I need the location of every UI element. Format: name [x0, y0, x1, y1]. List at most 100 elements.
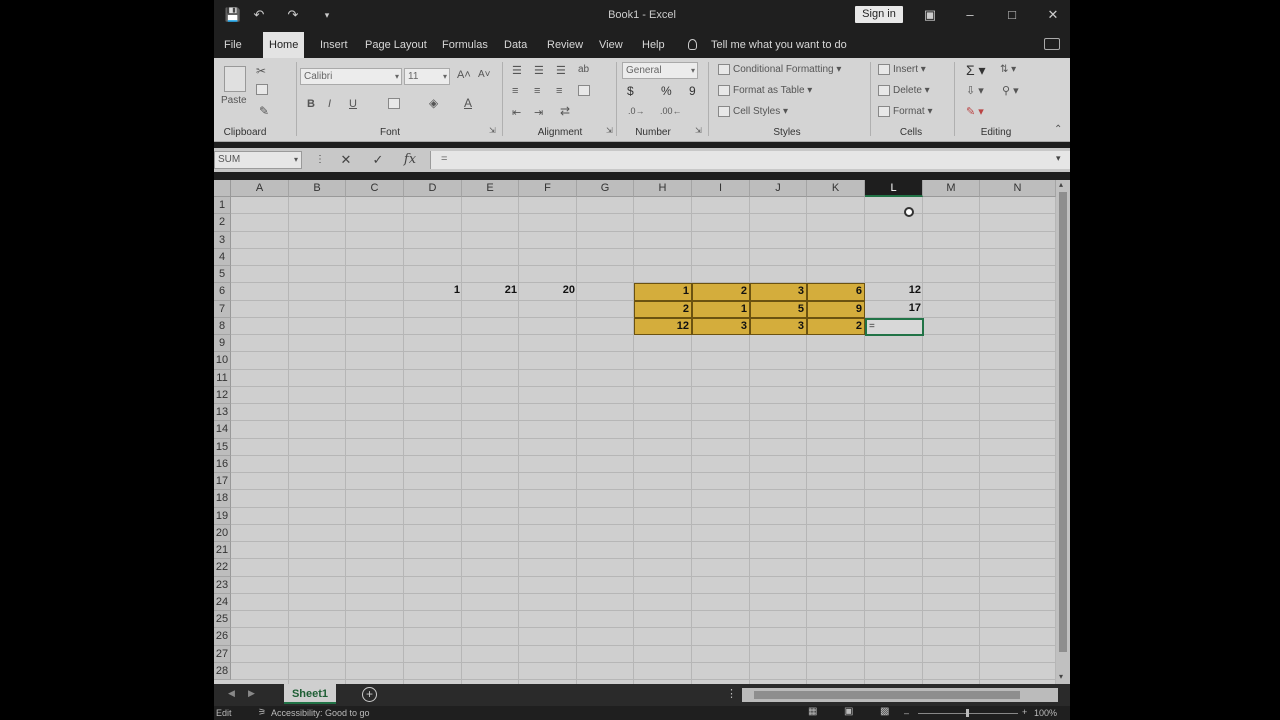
format-cells-button[interactable]: Format ▾: [878, 106, 932, 117]
cell-d6[interactable]: 1: [404, 283, 462, 300]
tab-view[interactable]: View: [593, 32, 629, 58]
column-header-l[interactable]: L: [865, 180, 923, 197]
cell-styles-button[interactable]: Cell Styles ▾: [718, 106, 788, 117]
vertical-scrollbar[interactable]: ▴ ▾: [1056, 180, 1070, 684]
row-header-15[interactable]: 15: [214, 438, 231, 456]
tab-review[interactable]: Review: [541, 32, 589, 58]
insert-cells-button[interactable]: Insert ▾: [878, 64, 926, 75]
row-header-9[interactable]: 9: [214, 335, 231, 353]
column-header-d[interactable]: D: [404, 180, 462, 197]
cell-k6[interactable]: 6: [807, 283, 865, 301]
tab-home[interactable]: Home: [263, 32, 305, 58]
prev-sheet-icon[interactable]: ◀: [228, 688, 235, 699]
row-header-5[interactable]: 5: [214, 266, 231, 284]
zoom-out-icon[interactable]: –: [904, 708, 909, 718]
increase-decimal-icon[interactable]: .0→: [628, 106, 645, 116]
scroll-down-icon[interactable]: ▾: [1059, 672, 1063, 681]
row-header-4[interactable]: 4: [214, 248, 231, 266]
cell-i7[interactable]: 1: [692, 300, 750, 318]
column-header-i[interactable]: I: [692, 180, 750, 197]
align-middle-icon[interactable]: ☰: [534, 64, 544, 77]
sign-in-button[interactable]: Sign in: [855, 6, 903, 23]
row-header-14[interactable]: 14: [214, 421, 231, 439]
percent-button[interactable]: %: [661, 84, 672, 98]
clear-icon[interactable]: ✎ ▾: [966, 105, 984, 118]
cell-j7[interactable]: 5: [750, 300, 807, 318]
paste-icon[interactable]: [224, 66, 246, 92]
column-header-f[interactable]: F: [519, 180, 577, 197]
tab-data[interactable]: Data: [498, 32, 533, 58]
column-header-a[interactable]: A: [231, 180, 289, 197]
row-header-1[interactable]: 1: [214, 197, 231, 215]
row-header-18[interactable]: 18: [214, 490, 231, 508]
column-header-b[interactable]: B: [289, 180, 346, 197]
format-as-table-button[interactable]: Format as Table ▾: [718, 85, 812, 96]
row-header-8[interactable]: 8: [214, 317, 231, 335]
decrease-decimal-icon[interactable]: .00←: [660, 106, 682, 116]
cell-j6[interactable]: 3: [750, 283, 807, 301]
increase-font-icon[interactable]: A˄: [457, 69, 471, 81]
row-header-23[interactable]: 23: [214, 576, 231, 594]
row-header-22[interactable]: 22: [214, 559, 231, 577]
close-icon[interactable]: ✕: [1043, 5, 1063, 25]
select-all-button[interactable]: [214, 180, 231, 197]
column-header-j[interactable]: J: [750, 180, 807, 197]
horizontal-scroll-thumb[interactable]: [754, 691, 1020, 699]
page-break-view-icon[interactable]: ▩: [880, 706, 889, 717]
collapse-ribbon-icon[interactable]: ⌃: [1054, 124, 1062, 135]
ribbon-display-icon[interactable]: ▣: [920, 5, 940, 25]
accessibility-icon[interactable]: ⚞: [258, 707, 266, 718]
row-header-19[interactable]: 19: [214, 507, 231, 525]
row-header-3[interactable]: 3: [214, 231, 231, 249]
column-header-g[interactable]: G: [577, 180, 634, 197]
column-header-h[interactable]: H: [634, 180, 692, 197]
align-bottom-icon[interactable]: ☰: [556, 64, 566, 77]
vertical-scroll-thumb[interactable]: [1059, 192, 1067, 652]
formula-input[interactable]: =: [430, 151, 1070, 169]
tell-me-search[interactable]: Tell me what you want to do: [711, 32, 847, 58]
copy-icon[interactable]: [256, 84, 271, 95]
comma-button[interactable]: 9: [689, 84, 696, 98]
decrease-indent-icon[interactable]: ⇤: [512, 106, 521, 119]
cell-h6[interactable]: 1: [634, 283, 692, 301]
cell-k8[interactable]: 2: [807, 317, 865, 335]
fill-icon[interactable]: ⇩ ▾: [966, 84, 984, 97]
tab-file[interactable]: File: [218, 32, 248, 58]
minimize-icon[interactable]: –: [960, 5, 980, 25]
row-header-13[interactable]: 13: [214, 404, 231, 422]
column-header-n[interactable]: N: [980, 180, 1056, 197]
find-select-icon[interactable]: ⚲ ▾: [1002, 84, 1019, 97]
alignment-dialog-launcher-icon[interactable]: ⇲: [606, 126, 613, 135]
delete-cells-button[interactable]: Delete ▾: [878, 85, 930, 96]
cut-icon[interactable]: ✂: [256, 64, 266, 78]
orientation-icon[interactable]: ab: [578, 64, 589, 75]
zoom-level[interactable]: 100%: [1034, 708, 1057, 718]
name-box[interactable]: SUM ▾: [214, 151, 302, 169]
column-header-k[interactable]: K: [807, 180, 865, 197]
cell-i8[interactable]: 3: [692, 317, 750, 335]
cell-k7[interactable]: 9: [807, 300, 865, 318]
row-header-6[interactable]: 6: [214, 283, 231, 301]
row-header-25[interactable]: 25: [214, 611, 231, 629]
currency-button[interactable]: $: [627, 84, 634, 98]
cell-h7[interactable]: 2: [634, 300, 692, 318]
column-header-m[interactable]: M: [923, 180, 980, 197]
row-header-11[interactable]: 11: [214, 369, 231, 387]
italic-button[interactable]: I: [328, 98, 331, 110]
cell-l7[interactable]: 17: [865, 301, 923, 318]
spreadsheet-grid[interactable]: ABCDEFGHIJKLMN 1 2 3 4 5 6 7 8 9 10 11 12 13 14 15 16 17…: [214, 180, 1056, 684]
tab-insert[interactable]: Insert: [314, 32, 354, 58]
fill-color-icon[interactable]: ◈: [429, 96, 438, 110]
scroll-up-icon[interactable]: ▴: [1059, 180, 1063, 189]
number-format-select[interactable]: General ▾: [622, 62, 698, 79]
active-cell-editor[interactable]: =: [865, 317, 924, 336]
align-left-icon[interactable]: ≡: [512, 85, 518, 97]
tab-help[interactable]: Help: [636, 32, 671, 58]
enter-icon[interactable]: ✓: [368, 151, 388, 169]
tab-formulas[interactable]: Formulas: [436, 32, 494, 58]
wrap-text-icon[interactable]: [578, 85, 593, 96]
row-header-10[interactable]: 10: [214, 352, 231, 370]
font-color-icon[interactable]: A: [464, 96, 472, 110]
column-header-c[interactable]: C: [346, 180, 404, 197]
format-painter-icon[interactable]: ✎: [259, 104, 269, 118]
